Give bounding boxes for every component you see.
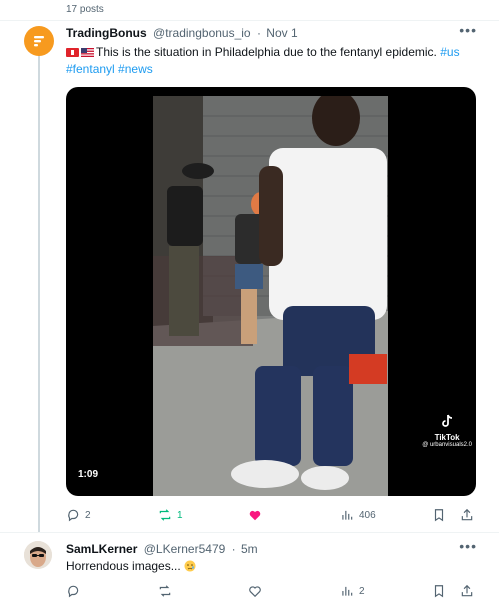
hashtag-fentanyl[interactable]: #fentanyl xyxy=(66,62,115,76)
crying-face-icon xyxy=(184,560,196,572)
reply-button[interactable]: 2 xyxy=(66,508,91,522)
views-button[interactable]: 2 xyxy=(340,584,365,598)
share-button[interactable] xyxy=(460,508,474,522)
reply-icon xyxy=(68,509,79,522)
views-count: 2 xyxy=(359,585,365,597)
reply-icon xyxy=(68,585,79,598)
like-button[interactable] xyxy=(248,584,267,598)
reply-text: Horrendous images... xyxy=(66,559,196,573)
avatar[interactable] xyxy=(24,26,54,56)
repost-button[interactable] xyxy=(158,584,177,598)
author-handle[interactable]: @tradingbonus_io xyxy=(153,26,251,40)
like-button[interactable] xyxy=(248,508,267,522)
reply-header: SamLKerner @LKerner5479 · 5m ••• xyxy=(66,538,477,558)
avatar-image xyxy=(24,541,52,569)
repost-icon xyxy=(159,585,171,597)
author-name[interactable]: TradingBonus xyxy=(66,26,147,40)
share-button[interactable] xyxy=(460,584,474,598)
video-thumbnail xyxy=(153,96,388,496)
thread-header: 17 posts xyxy=(0,0,499,20)
video-duration: 1:09 xyxy=(74,467,103,482)
views-icon xyxy=(342,510,353,520)
reply-actions: 2 xyxy=(66,584,476,602)
more-options-icon[interactable]: ••• xyxy=(459,538,477,554)
heart-icon xyxy=(249,586,261,598)
back-arrow-icon[interactable] xyxy=(26,0,36,4)
flag-icon xyxy=(66,48,79,57)
reply-button[interactable] xyxy=(66,584,85,598)
bookmark-icon xyxy=(434,509,444,522)
video-frame[interactable] xyxy=(153,96,388,496)
bookmark-button[interactable] xyxy=(432,584,446,598)
reply-author-name[interactable]: SamLKerner xyxy=(66,542,137,556)
share-icon xyxy=(461,584,473,597)
more-options-icon[interactable]: ••• xyxy=(459,22,477,38)
bookmark-icon xyxy=(434,585,444,598)
reply-count: 2 xyxy=(85,509,91,521)
reply-body: Horrendous images... xyxy=(66,559,181,573)
reply-author-handle[interactable]: @LKerner5479 xyxy=(144,542,226,556)
heart-icon xyxy=(249,510,261,521)
avatar[interactable] xyxy=(24,541,52,569)
post-body: This is the situation in Philadelphia du… xyxy=(96,45,437,59)
bookmark-button[interactable] xyxy=(432,508,446,522)
tiktok-watermark: TikTok @ urbanvisuals2.0 xyxy=(422,414,472,448)
repost-icon xyxy=(159,509,171,521)
post-date[interactable]: Nov 1 xyxy=(266,26,297,40)
repost-count: 1 xyxy=(177,509,183,521)
views-icon xyxy=(342,586,353,596)
post-text: This is the situation in Philadelphia du… xyxy=(66,44,486,78)
divider xyxy=(0,20,499,21)
hashtag-us[interactable]: #us xyxy=(440,45,459,59)
separator-dot: · xyxy=(256,26,261,40)
posts-count: 17 posts xyxy=(66,4,104,15)
views-count: 406 xyxy=(359,509,376,521)
tiktok-user: @ urbanvisuals2.0 xyxy=(422,442,472,448)
post-actions: 2 1 406 xyxy=(66,508,476,526)
post-header: TradingBonus @tradingbonus_io · Nov 1 ••… xyxy=(66,22,477,42)
hashtag-news[interactable]: #news xyxy=(118,62,153,76)
repost-button[interactable]: 1 xyxy=(158,508,183,522)
tiktok-logo-icon xyxy=(442,414,453,427)
share-icon xyxy=(461,508,473,521)
tradingbonus-logo-icon xyxy=(34,36,44,47)
video-player[interactable]: 1:09 TikTok @ urbanvisuals2.0 xyxy=(66,87,476,496)
tiktok-brand: TikTok xyxy=(434,433,460,442)
reply-date[interactable]: 5m xyxy=(241,542,258,556)
separator-dot: · xyxy=(231,542,236,556)
thread-connector-line xyxy=(38,54,40,532)
views-button[interactable]: 406 xyxy=(340,508,376,522)
divider xyxy=(0,532,499,533)
us-flag-icon xyxy=(81,48,94,57)
